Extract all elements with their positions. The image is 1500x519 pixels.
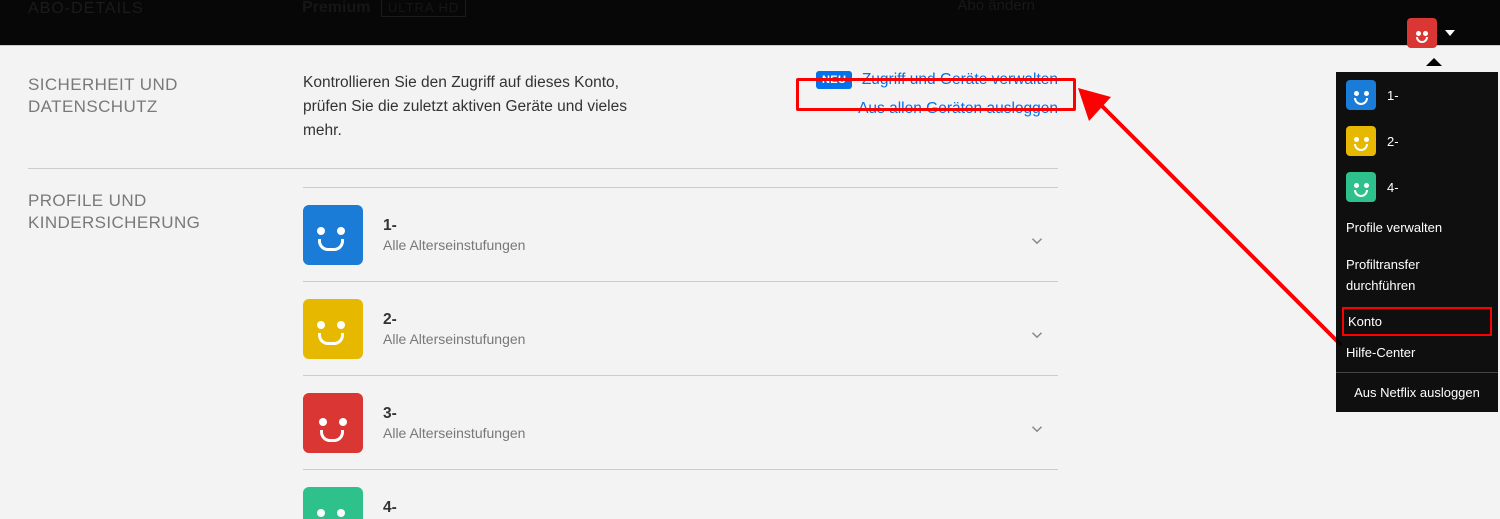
manage-access-link-row[interactable]: NEU Zugriff und Geräte verwalten: [816, 71, 1058, 89]
profile-avatar-icon: [1346, 126, 1376, 156]
manage-profiles-link[interactable]: Profile verwalten: [1336, 210, 1498, 247]
transfer-profile-link[interactable]: Profiltransfer durchführen: [1336, 247, 1498, 305]
dropdown-profile-item[interactable]: 1-: [1336, 72, 1498, 118]
profile-name: 4-: [383, 499, 525, 517]
chevron-down-icon: [1028, 420, 1046, 443]
profile-avatar-icon: [1346, 172, 1376, 202]
profile-row[interactable]: 4-Alle Alterseinstufungen: [303, 470, 1058, 519]
profile-rating-label: Alle Alterseinstufungen: [383, 331, 525, 347]
abo-details-heading: ABO-DETAILS: [28, 0, 144, 18]
profile-row[interactable]: 2- Alle Alterseinstufungen: [303, 282, 1058, 376]
profile-name: 2-: [383, 311, 525, 329]
chevron-down-icon: [1028, 514, 1046, 519]
dropdown-profile-name: 4-: [1387, 180, 1399, 195]
profile-menu-trigger[interactable]: [1407, 18, 1455, 48]
change-plan-link[interactable]: Abo ändern: [957, 0, 1035, 14]
profile-dropdown-menu: 1- 2- 4- Profile verwalten Profiltransfer …: [1336, 72, 1498, 412]
security-section: SICHERHEIT UND DATENSCHUTZ Kontrollieren…: [28, 71, 1058, 143]
plan-indicator: Premium ULTRA HD: [302, 0, 466, 17]
dimmed-header: ABO-DETAILS Premium ULTRA HD Abo ändern: [0, 0, 1500, 45]
profile-row[interactable]: 3- Alle Alterseinstufungen: [303, 376, 1058, 470]
profile-avatar-icon: [303, 205, 363, 265]
account-link[interactable]: Konto: [1342, 307, 1492, 336]
menu-pointer-icon: [1426, 58, 1442, 66]
chevron-down-icon: [1028, 326, 1046, 349]
profiles-section-title: PROFILE UND KINDERSICHERUNG: [28, 187, 303, 519]
profile-avatar-icon: [1346, 80, 1376, 110]
dropdown-profile-name: 1-: [1387, 88, 1399, 103]
logout-all-devices-link[interactable]: Aus allen Geräten ausloggen: [858, 100, 1058, 117]
profile-row[interactable]: 1- Alle Alterseinstufungen: [303, 187, 1058, 282]
profile-rating-label: Alle Alterseinstufungen: [383, 237, 525, 253]
profile-avatar-icon: [303, 393, 363, 453]
profile-name: 3-: [383, 405, 525, 423]
avatar-icon: [1407, 18, 1437, 48]
dropdown-profile-item[interactable]: 4-: [1336, 164, 1498, 210]
profile-avatar-icon: [303, 299, 363, 359]
new-badge: NEU: [816, 71, 852, 89]
logout-link[interactable]: Aus Netflix ausloggen: [1336, 373, 1498, 412]
security-section-title: SICHERHEIT UND DATENSCHUTZ: [28, 71, 303, 143]
caret-down-icon: [1445, 30, 1455, 36]
dropdown-profile-name: 2-: [1387, 134, 1399, 149]
dropdown-profile-item[interactable]: 2-: [1336, 118, 1498, 164]
profile-avatar-icon: [303, 487, 363, 519]
plan-badge: ULTRA HD: [381, 0, 466, 17]
profile-rating-label: Alle Alterseinstufungen: [383, 425, 525, 441]
plan-name: Premium: [302, 0, 370, 16]
profiles-section: PROFILE UND KINDERSICHERUNG 1- Alle Alter…: [28, 187, 1058, 519]
profile-name: 1-: [383, 217, 525, 235]
manage-access-link[interactable]: Zugriff und Geräte verwalten: [862, 71, 1058, 88]
section-divider: [28, 168, 1058, 169]
chevron-down-icon: [1028, 232, 1046, 255]
help-center-link[interactable]: Hilfe-Center: [1336, 339, 1498, 372]
security-description: Kontrollieren Sie den Zugriff auf dieses…: [303, 71, 653, 143]
